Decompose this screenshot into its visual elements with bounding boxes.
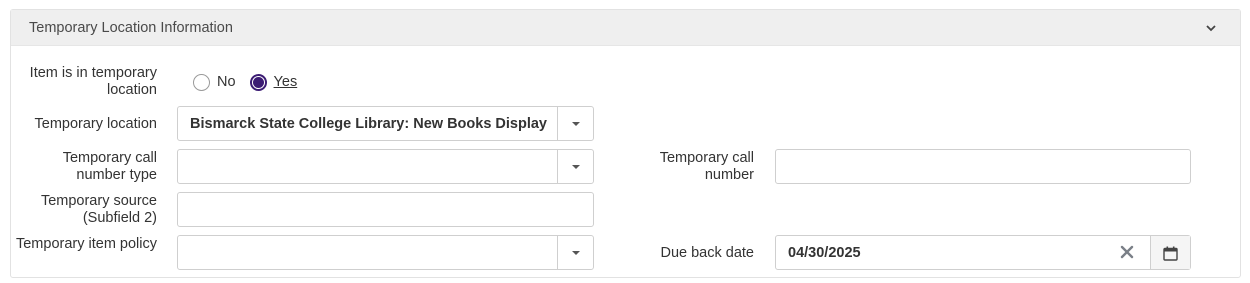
radio-no-label[interactable]: No bbox=[217, 74, 236, 90]
due-back-date-label: Due back date bbox=[660, 245, 754, 261]
temp-item-policy-select[interactable] bbox=[177, 235, 594, 270]
calendar-icon bbox=[1163, 246, 1178, 261]
temp-flag-radio-group: No Yes bbox=[193, 72, 311, 92]
radio-yes-label[interactable]: Yes bbox=[274, 74, 298, 90]
temp-call-number-type-select[interactable] bbox=[177, 149, 594, 184]
panel-title: Temporary Location Information bbox=[29, 20, 233, 36]
temp-source-label: Temporary source (Subfield 2) bbox=[40, 193, 157, 226]
temp-call-number-type-dropdown-button[interactable] bbox=[557, 150, 593, 183]
caret-down-icon bbox=[572, 122, 580, 126]
temp-call-number-label: Temporary call number bbox=[659, 150, 754, 183]
temp-call-number-input[interactable] bbox=[775, 149, 1191, 184]
chevron-down-icon[interactable] bbox=[1204, 21, 1218, 35]
temp-item-policy-label: Temporary item policy bbox=[15, 236, 157, 252]
temp-item-policy-dropdown-button[interactable] bbox=[557, 236, 593, 269]
due-back-date-value: 04/30/2025 bbox=[788, 245, 861, 261]
calendar-button[interactable] bbox=[1150, 236, 1190, 269]
temp-flag-label: Item is in temporary location bbox=[29, 65, 157, 98]
radio-yes[interactable] bbox=[249, 73, 267, 91]
close-icon[interactable] bbox=[1119, 244, 1135, 260]
due-back-date-input[interactable]: 04/30/2025 bbox=[775, 235, 1191, 270]
temporary-location-panel: Temporary Location Information Item is i… bbox=[10, 9, 1241, 278]
temp-location-select[interactable]: Bismarck State College Library: New Book… bbox=[177, 106, 594, 141]
caret-down-icon bbox=[572, 165, 580, 169]
caret-down-icon bbox=[572, 251, 580, 255]
panel-header[interactable]: Temporary Location Information bbox=[11, 10, 1240, 46]
temp-location-dropdown-button[interactable] bbox=[557, 107, 593, 140]
temp-location-label: Temporary location bbox=[34, 116, 158, 132]
temp-source-input[interactable] bbox=[177, 192, 594, 227]
radio-no[interactable] bbox=[193, 73, 210, 91]
temp-location-value: Bismarck State College Library: New Book… bbox=[190, 116, 547, 132]
temp-call-number-type-label: Temporary call number type bbox=[62, 150, 157, 183]
